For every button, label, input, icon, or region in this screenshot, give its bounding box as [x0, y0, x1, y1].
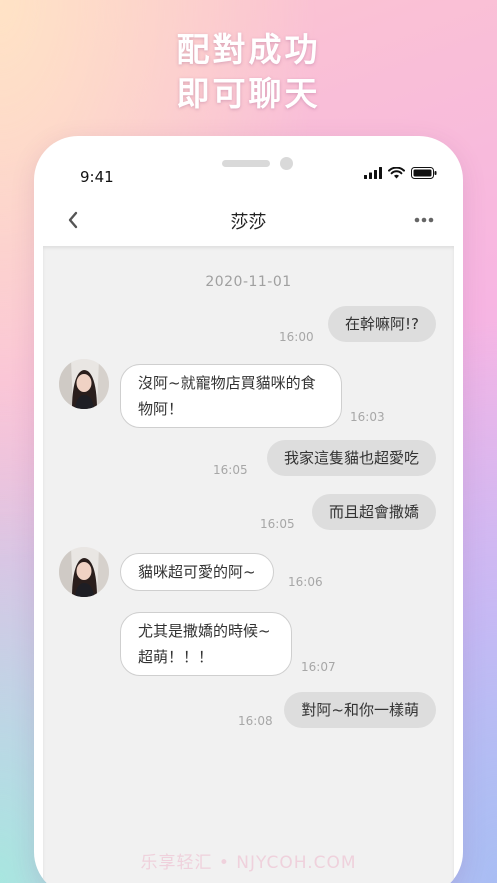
- message-text: 我家這隻貓也超愛吃: [283, 449, 419, 467]
- more-options-button[interactable]: [413, 210, 435, 230]
- phone-mockup: 9:41 莎莎 2020-11-01 在幹嘛阿!? 16:00 沒阿~就寵物店買…: [34, 136, 463, 883]
- message-text-line: 沒阿~就寵物店買貓咪的食: [138, 374, 316, 392]
- contact-name: 莎莎: [230, 212, 267, 233]
- message-time: 16:05: [260, 517, 295, 531]
- message-time: 16:07: [301, 660, 336, 674]
- date-divider: 2020-11-01: [205, 274, 292, 290]
- promo-line-2: 即可聊天: [176, 74, 321, 113]
- avatar-photo: [59, 547, 109, 597]
- signal-icon: [364, 167, 382, 179]
- message-bubble-sent[interactable]: 在幹嘛阿!?: [328, 306, 436, 342]
- message-bubble-sent[interactable]: 我家這隻貓也超愛吃: [266, 440, 436, 476]
- avatar[interactable]: [59, 547, 109, 597]
- message-bubble-sent[interactable]: 對阿~和你一樣萌: [284, 692, 436, 728]
- message-text: 而且超會撒嬌: [328, 503, 419, 521]
- avatar[interactable]: [59, 359, 109, 409]
- wifi-icon: [388, 167, 405, 179]
- message-time: 16:08: [238, 714, 273, 728]
- message-bubble-received[interactable]: 沒阿~就寵物店買貓咪的食 物阿！: [120, 364, 342, 428]
- promo-headline: 配對成功 即可聊天: [0, 28, 497, 116]
- phone-camera: [280, 157, 293, 170]
- phone-speaker: [222, 160, 270, 167]
- chat-area[interactable]: 2020-11-01 在幹嘛阿!? 16:00 沒阿~就寵物店買貓咪的食 物阿！…: [43, 246, 454, 883]
- message-text-line: 尤其是撒嬌的時候~: [138, 622, 271, 640]
- message-time: 16:05: [213, 463, 248, 477]
- message-time: 16:06: [288, 575, 323, 589]
- status-icons: [364, 167, 437, 179]
- watermark: 乐享轻汇 • NJYCOH.COM: [140, 853, 357, 873]
- more-dots-icon: [414, 217, 434, 223]
- message-time: 16:03: [350, 410, 385, 424]
- promo-line-1: 配對成功: [176, 30, 321, 69]
- message-bubble-received[interactable]: 貓咪超可愛的阿~: [120, 553, 274, 591]
- message-bubble-received[interactable]: 尤其是撒嬌的時候~ 超萌！！！: [120, 612, 292, 676]
- message-time: 16:00: [279, 330, 314, 344]
- status-time: 9:41: [80, 168, 114, 186]
- battery-icon: [411, 167, 437, 179]
- avatar-photo: [59, 359, 109, 409]
- message-text-line: 物阿！: [138, 400, 184, 418]
- chat-header: 莎莎: [34, 198, 463, 244]
- message-text: 對阿~和你一樣萌: [301, 701, 419, 719]
- message-text: 在幹嘛阿!?: [345, 315, 419, 333]
- message-bubble-sent[interactable]: 而且超會撒嬌: [311, 494, 436, 530]
- message-text: 貓咪超可愛的阿~: [138, 563, 256, 581]
- message-text-line: 超萌！！！: [138, 648, 214, 666]
